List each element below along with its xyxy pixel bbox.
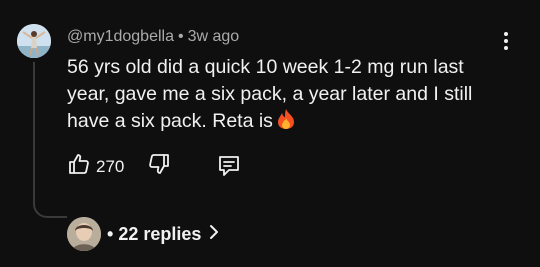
dislike-button[interactable]	[147, 152, 171, 181]
thumbs-down-icon	[147, 154, 171, 180]
view-replies-button[interactable]: • 22 replies	[107, 224, 219, 245]
reply-thread-line	[33, 62, 67, 218]
chevron-right-icon	[209, 224, 219, 245]
comment-body: 56 yrs old did a quick 10 week 1-2 mg ru…	[67, 54, 487, 138]
like-count: 270	[96, 156, 125, 176]
comment-age: 3w ago	[187, 28, 240, 45]
replies-bullet: •	[107, 223, 114, 244]
author-avatar[interactable]	[17, 24, 51, 58]
reply-button[interactable]	[216, 153, 242, 184]
fire-emoji-icon	[277, 108, 295, 138]
replies-label: 22 replies	[118, 223, 202, 244]
like-button[interactable]: 270	[67, 152, 124, 181]
thumbs-up-icon	[67, 152, 91, 181]
replies-row: • 22 replies	[67, 216, 219, 252]
author-handle[interactable]: @my1dogbella	[67, 28, 174, 45]
meta-separator: •	[177, 28, 184, 45]
menu-dot	[504, 32, 508, 36]
comment-reply-icon	[216, 156, 242, 183]
reply-author-avatar	[67, 217, 101, 251]
comment-text: 56 yrs old did a quick 10 week 1-2 mg ru…	[67, 56, 473, 132]
menu-dot	[504, 39, 508, 43]
comment-meta: @my1dogbella • 3w ago	[67, 27, 239, 47]
comment-menu-button[interactable]	[496, 28, 516, 54]
menu-dot	[504, 46, 508, 50]
